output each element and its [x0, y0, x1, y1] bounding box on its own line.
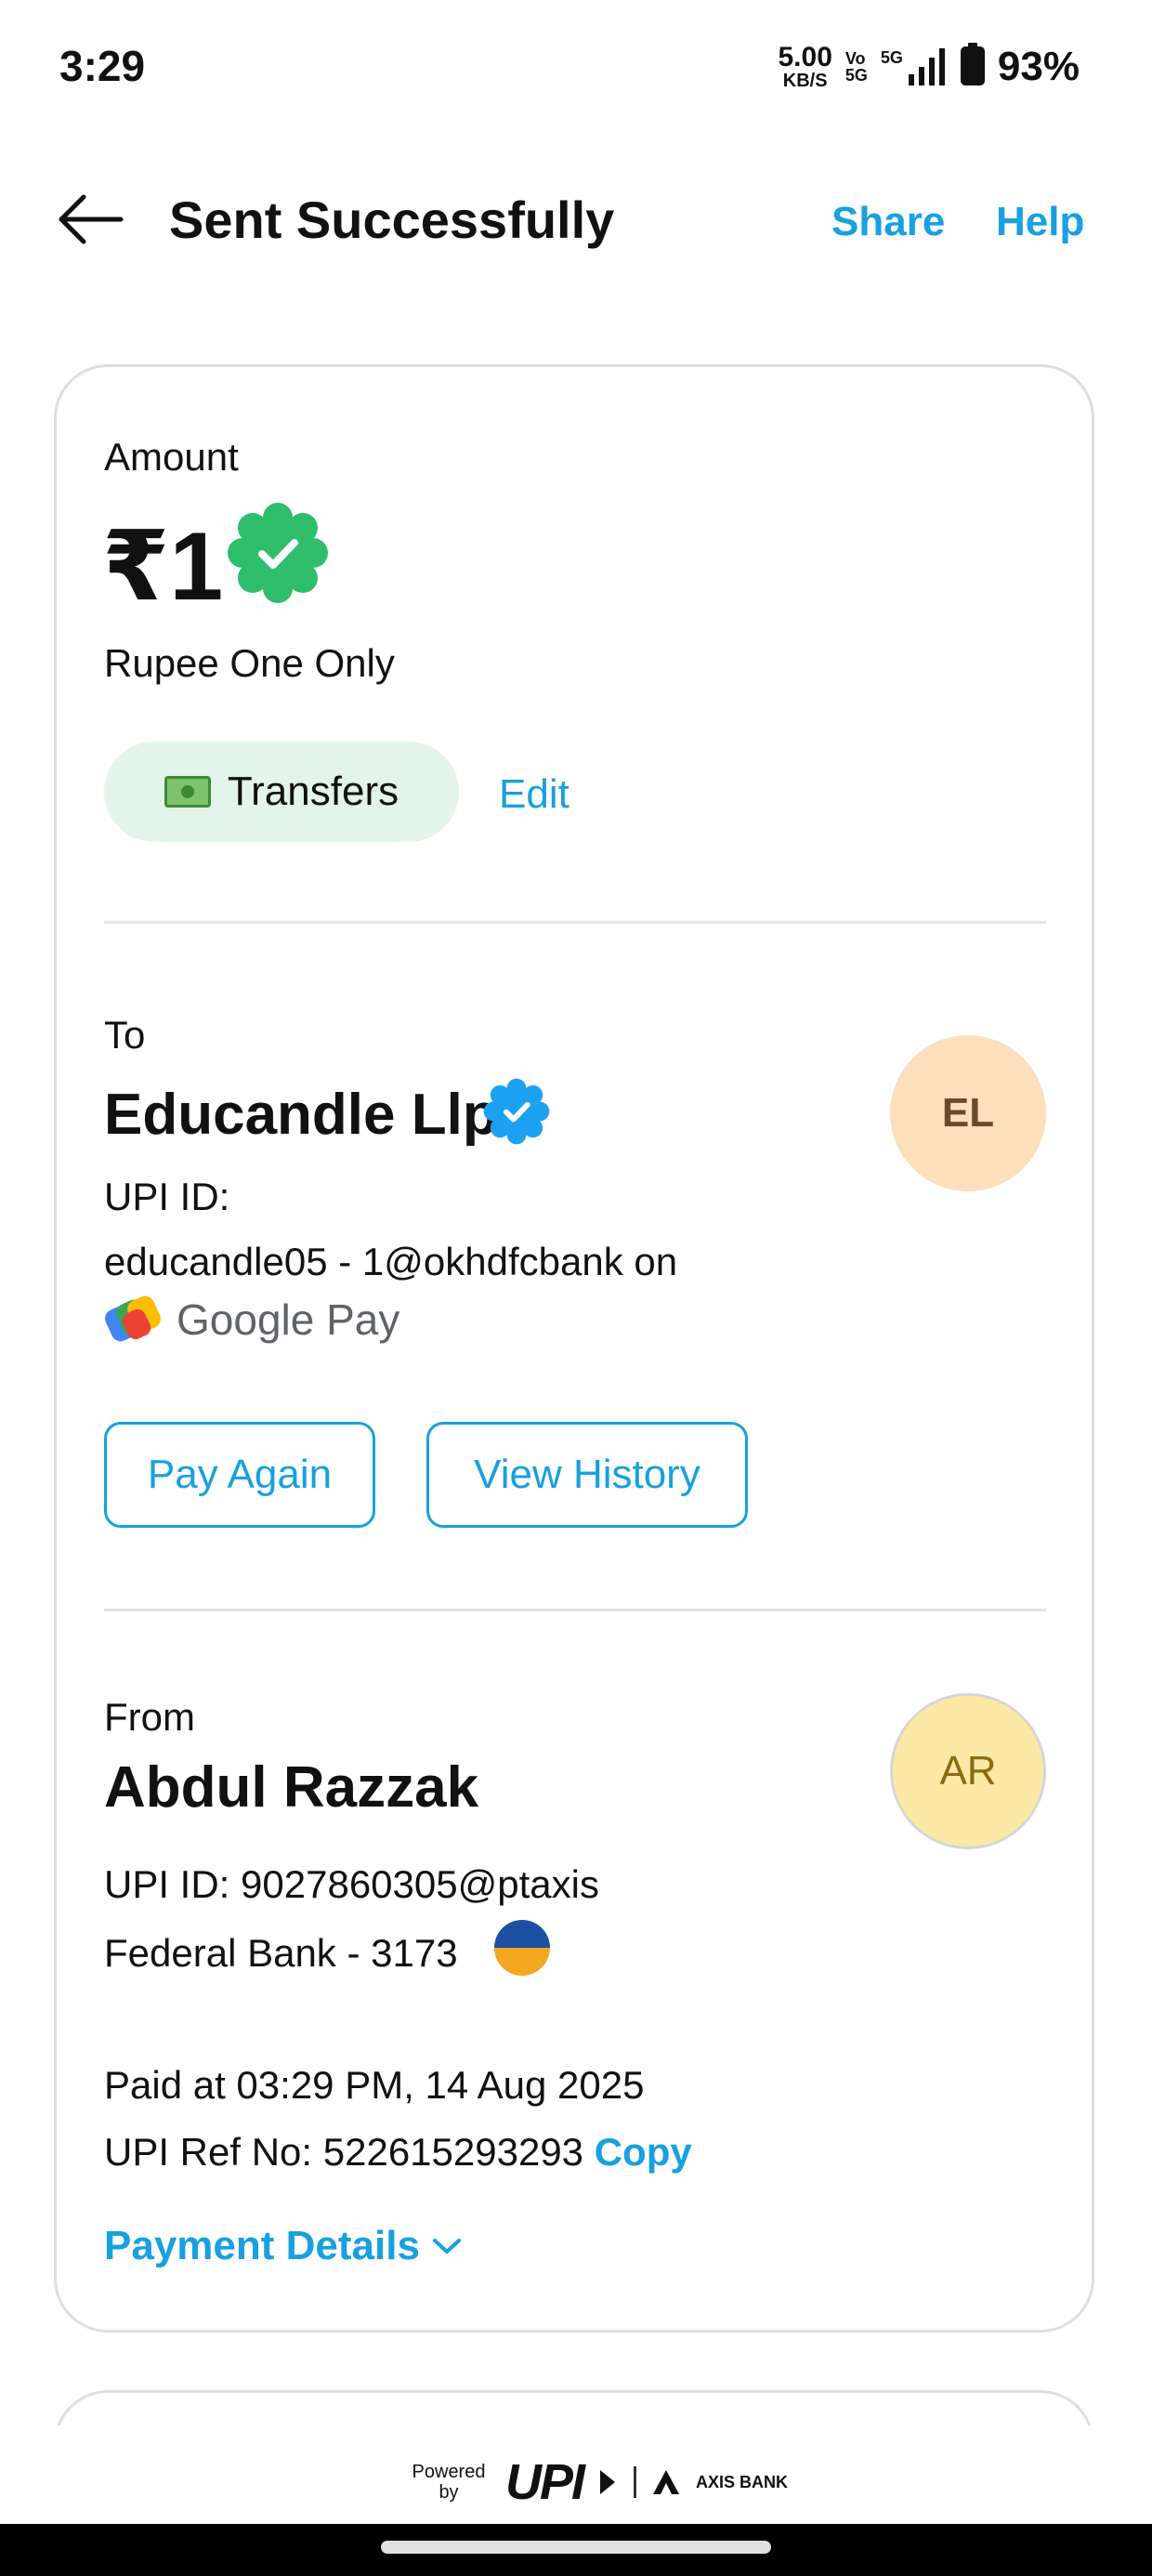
divider	[104, 1609, 1046, 1611]
payment-details-label: Payment Details	[104, 2223, 420, 2268]
copy-ref-button[interactable]: Copy	[595, 2130, 692, 2174]
volte-bottom: 5G	[844, 65, 868, 85]
google-pay-logo: Google Pay	[104, 1294, 399, 1346]
share-button[interactable]: Share	[831, 199, 945, 245]
payer-bank-account: Federal Bank - 3173	[104, 1931, 458, 1975]
network-speed: 5.00 KB/S	[778, 41, 832, 91]
paid-at-timestamp: Paid at 03:29 PM, 14 Aug 2025	[104, 2063, 645, 2107]
status-time: 3:29	[59, 42, 146, 90]
chevron-down-icon	[432, 2239, 461, 2254]
battery-percent: 93%	[997, 43, 1080, 89]
edit-category-button[interactable]: Edit	[499, 771, 569, 818]
signal-icon: 5G	[880, 47, 948, 85]
from-label: From	[104, 1695, 195, 1739]
upi-ref-number: UPI Ref No: 522615293293	[104, 2130, 584, 2174]
success-check-icon	[227, 502, 329, 604]
volte-indicator: Vo 5G	[845, 50, 868, 84]
payee-upi-label: UPI ID:	[104, 1175, 230, 1218]
axis-bank-label: AXIS BANK	[696, 2472, 789, 2491]
home-gesture-handle[interactable]	[381, 2541, 771, 2554]
payer-name: Abdul Razzak	[104, 1755, 479, 1820]
page-title: Sent Successfully	[169, 191, 615, 249]
payment-details-toggle[interactable]: Payment Details	[104, 2223, 463, 2269]
divider	[104, 921, 1046, 924]
status-icons: 5.00 KB/S Vo 5G 5G 93%	[779, 43, 1080, 90]
powered-by-footer: Powered by UPI AXIS BANK	[407, 2453, 789, 2511]
verified-icon	[483, 1078, 550, 1145]
back-arrow-icon[interactable]	[52, 191, 130, 247]
upi-logo: UPI	[505, 2454, 585, 2510]
upi-arrow-icon	[600, 2470, 616, 2494]
network-speed-unit: KB/S	[782, 70, 828, 91]
amount-label: Amount	[104, 435, 239, 479]
axis-bank-icon	[653, 2470, 680, 2494]
battery-icon	[960, 43, 985, 90]
payee-name: Educandle Llp	[104, 1083, 498, 1147]
payer-avatar: AR	[890, 1693, 1046, 1849]
to-label: To	[104, 1013, 146, 1057]
amount-value: ₹1	[102, 513, 224, 621]
help-button[interactable]: Help	[996, 199, 1084, 245]
upi-ref-row: UPI Ref No: 522615293293 Copy	[104, 2130, 692, 2175]
category-label: Transfers	[227, 769, 399, 814]
federal-bank-icon	[494, 1920, 550, 1976]
payee-upi-id: educandle05 - 1@okhdfcbank on	[104, 1240, 678, 1283]
google-pay-label: Google Pay	[177, 1295, 400, 1344]
view-history-button[interactable]: View History	[426, 1422, 748, 1528]
category-chip[interactable]: Transfers	[104, 742, 459, 842]
volte-top: Vo	[844, 48, 866, 68]
footer-separator	[634, 2466, 637, 2498]
payer-upi-id: UPI ID: 9027860305@ptaxis	[104, 1862, 599, 1906]
google-pay-icon	[105, 1295, 161, 1342]
payee-avatar: EL	[890, 1035, 1046, 1191]
pay-again-button[interactable]: Pay Again	[104, 1422, 375, 1528]
amount-in-words: Rupee One Only	[104, 641, 395, 685]
signal-label: 5G	[880, 47, 903, 67]
money-icon	[164, 776, 211, 808]
network-speed-value: 5.00	[778, 41, 832, 72]
powered-by-label: Powered by	[412, 2462, 486, 2503]
